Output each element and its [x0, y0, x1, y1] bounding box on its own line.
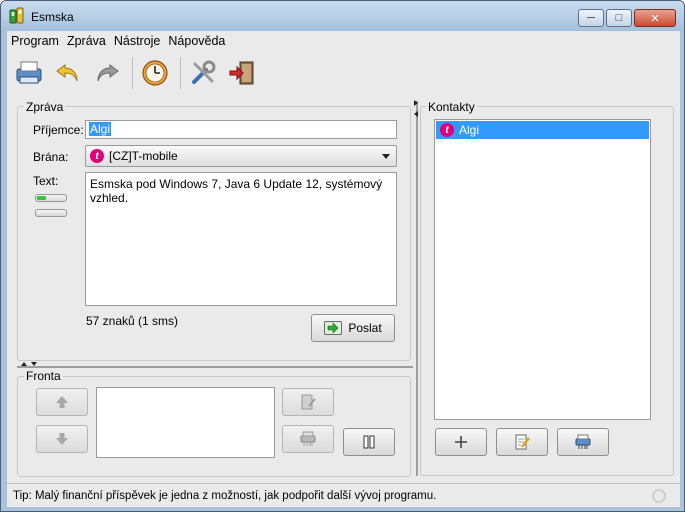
gateway-select[interactable]: t [CZ]T-mobile [85, 145, 397, 167]
toolbar [11, 53, 263, 93]
window-title: Esmska [31, 10, 74, 24]
toolbar-separator [180, 57, 181, 89]
queue-list[interactable] [96, 387, 275, 458]
sms-progress-fill [37, 196, 46, 200]
t-mobile-logo-icon: t [90, 149, 104, 163]
undo-button[interactable] [50, 55, 86, 91]
text-label: Text: [33, 174, 59, 188]
status-tip: Tip: Malý finanční příspěvek je jedna z … [13, 489, 437, 502]
char-count: 57 znaků (1 sms) [86, 314, 179, 328]
collapse-arrows-icon[interactable] [20, 361, 40, 367]
title-bar[interactable]: Esmska ─ □ ✕ [1, 1, 684, 31]
minimize-button[interactable]: ─ [578, 9, 604, 27]
recipient-label: Příjemce: [33, 123, 84, 137]
add-contact-button[interactable] [435, 428, 487, 456]
exit-button[interactable] [224, 55, 260, 91]
queue-edit-button[interactable] [282, 388, 334, 416]
app-window: Esmska ─ □ ✕ Program Zpráva Nástroje Náp… [0, 0, 685, 512]
split-divider-vertical[interactable] [416, 101, 418, 476]
queue-pause-button[interactable] [343, 428, 395, 456]
history-button[interactable] [137, 55, 173, 91]
contacts-group-label: Kontakty [426, 100, 477, 114]
queue-group-label: Fronta [24, 369, 63, 383]
message-group-label: Zpráva [24, 100, 66, 114]
shredder-icon [300, 431, 316, 446]
toolbar-separator [132, 57, 133, 89]
queue-move-down-button[interactable] [36, 425, 88, 453]
edit-document-icon [515, 434, 530, 450]
plus-icon [455, 436, 467, 448]
redo-icon [97, 64, 119, 82]
maximize-button[interactable]: □ [606, 9, 632, 27]
shredder-icon [575, 434, 591, 449]
message-text: Esmska pod Windows 7, Java 6 Update 12, … [90, 177, 383, 205]
menu-nastroje[interactable]: Nástroje [114, 34, 161, 48]
collapse-arrows-vertical-icon[interactable] [413, 99, 419, 119]
contact-name: Algi [459, 123, 480, 137]
menu-program[interactable]: Program [11, 34, 59, 48]
gateway-value: [CZ]T-mobile [109, 149, 178, 163]
status-bar: Tip: Malý finanční příspěvek je jedna z … [7, 483, 680, 507]
sms-queue-icon [16, 61, 42, 84]
edit-document-icon [301, 394, 316, 410]
contacts-list[interactable]: t Algi [434, 119, 651, 420]
message-text-area[interactable]: Esmska pod Windows 7, Java 6 Update 12, … [85, 172, 397, 306]
sms-progress-bar-2 [35, 209, 67, 217]
queue-move-up-button[interactable] [36, 388, 88, 416]
history-clock-icon [142, 60, 168, 86]
arrow-up-icon [56, 396, 68, 408]
redo-button[interactable] [89, 55, 125, 91]
recipient-value: Algi [89, 122, 112, 136]
arrow-down-icon [56, 433, 68, 445]
menu-zprava[interactable]: Zpráva [67, 34, 106, 48]
recipient-input[interactable]: Algi [85, 120, 397, 139]
sms-progress-bar [35, 194, 67, 202]
app-icon [9, 7, 24, 24]
settings-button[interactable] [185, 55, 221, 91]
gateway-label: Brána: [33, 150, 69, 164]
menu-bar: Program Zpráva Nástroje Nápověda [7, 31, 680, 51]
settings-tools-icon [192, 60, 216, 84]
send-arrow-icon [324, 321, 343, 335]
t-mobile-logo-icon: t [440, 123, 454, 137]
queue-delete-button[interactable] [282, 425, 334, 453]
list-item[interactable]: t Algi [436, 121, 649, 139]
chevron-down-icon [382, 154, 390, 159]
edit-contact-button[interactable] [496, 428, 548, 456]
send-button[interactable]: Poslat [311, 314, 395, 342]
send-label: Poslat [348, 321, 382, 335]
split-divider-horizontal[interactable] [17, 366, 413, 368]
exit-icon [229, 61, 254, 85]
busy-indicator-icon [652, 489, 666, 503]
pause-icon [363, 435, 375, 449]
client-area: Program Zpráva Nástroje Nápověda Zpráva … [7, 31, 680, 507]
undo-icon [56, 64, 78, 82]
sms-queue-button[interactable] [11, 55, 47, 91]
menu-napoveda[interactable]: Nápověda [168, 34, 225, 48]
close-button[interactable]: ✕ [634, 9, 676, 27]
delete-contact-button[interactable] [557, 428, 609, 456]
